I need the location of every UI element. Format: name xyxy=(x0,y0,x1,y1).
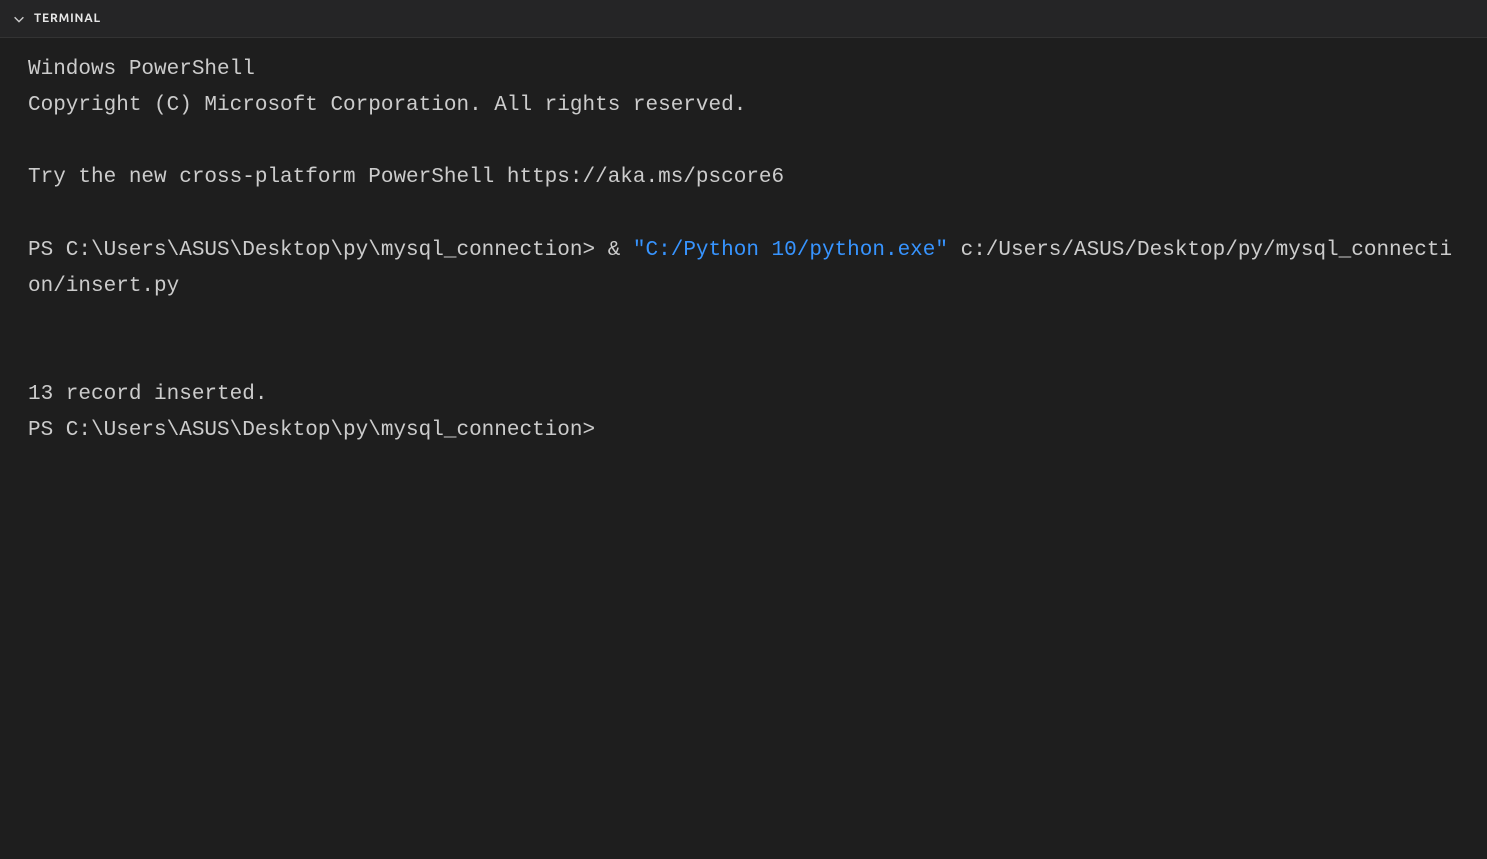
terminal-line: Copyright (C) Microsoft Corporation. All… xyxy=(28,94,746,117)
ps-prompt: PS C:\Users\ASUS\Desktop\py\mysql_connec… xyxy=(28,419,608,442)
terminal-line: Try the new cross-platform PowerShell ht… xyxy=(28,166,784,189)
command-string-literal: "C:/Python 10/python.exe" xyxy=(633,239,948,262)
tab-terminal[interactable]: TERMINAL xyxy=(34,8,101,29)
command-operator: & xyxy=(608,239,633,262)
terminal-output-line: 13 record inserted. xyxy=(28,383,267,406)
terminal-line: Windows PowerShell xyxy=(28,58,255,81)
terminal-panel-header: TERMINAL xyxy=(0,0,1487,38)
ps-prompt: PS C:\Users\ASUS\Desktop\py\mysql_connec… xyxy=(28,239,608,262)
terminal-output-area[interactable]: Windows PowerShell Copyright (C) Microso… xyxy=(0,38,1487,859)
chevron-down-icon[interactable] xyxy=(10,10,28,28)
